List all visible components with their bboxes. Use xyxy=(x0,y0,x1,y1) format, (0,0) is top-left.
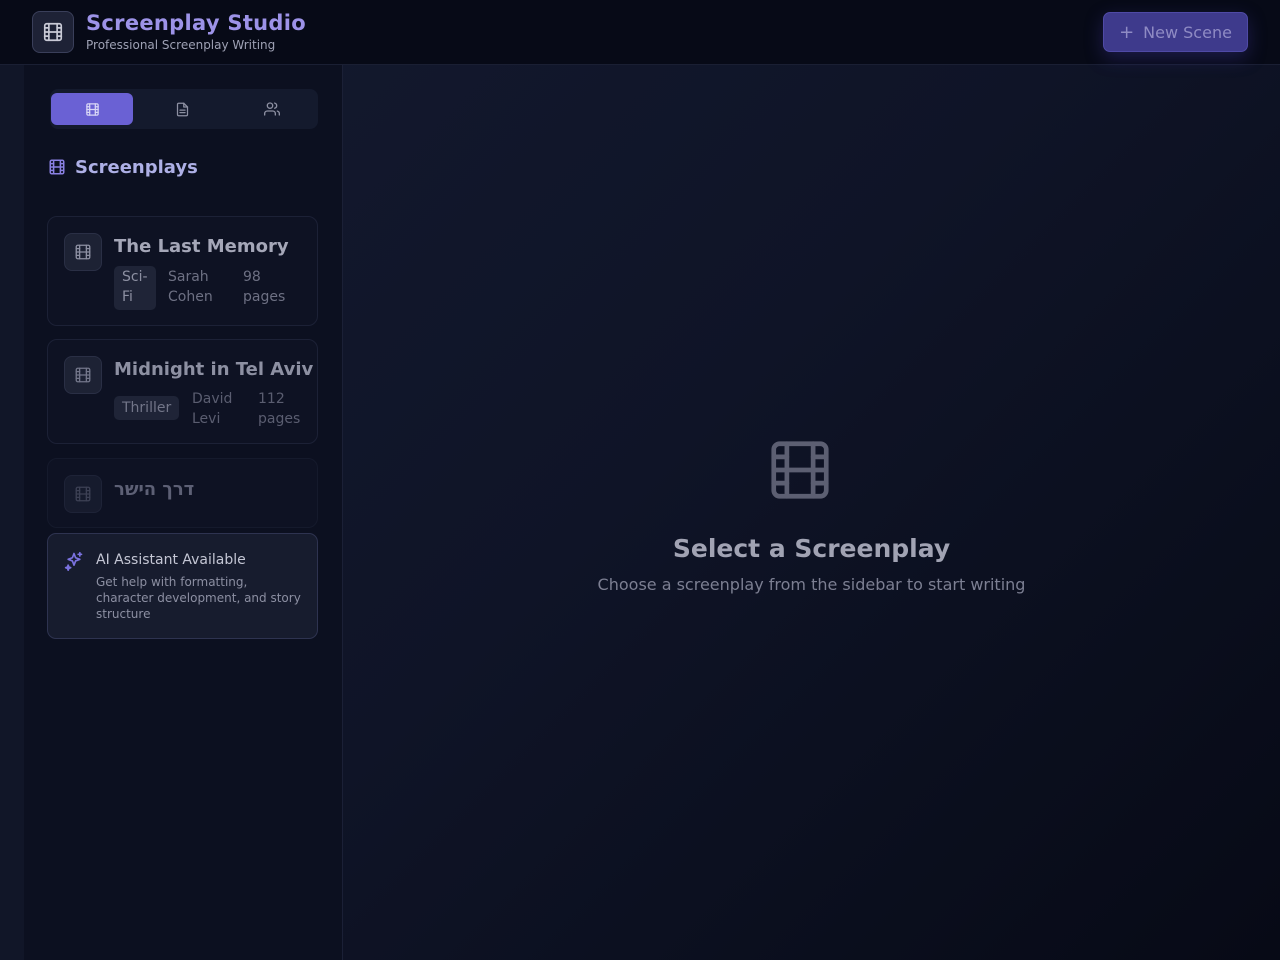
app-title: Screenplay Studio xyxy=(86,11,306,35)
screenplay-icon xyxy=(64,356,102,394)
screenplay-title: The Last Memory xyxy=(114,236,289,257)
screenplay-icon xyxy=(64,475,102,513)
sparkles-icon xyxy=(64,551,83,571)
page-count: 112 pages xyxy=(258,389,300,429)
genre-line: Fi xyxy=(122,289,133,305)
tab-documents[interactable] xyxy=(141,93,223,125)
film-icon xyxy=(43,22,63,42)
app-subtitle: Professional Screenplay Writing xyxy=(86,38,276,52)
author-line: David xyxy=(192,391,233,407)
users-icon xyxy=(264,102,280,116)
genre-badge: Thriller xyxy=(114,396,180,420)
page-count-line: pages xyxy=(258,411,301,427)
document-icon xyxy=(176,102,188,116)
screenplay-card[interactable]: The Last Memory Sci- Fi Sarah Cohen 98 p… xyxy=(47,216,318,326)
ai-assistant-panel: AI Assistant Available Get help with for… xyxy=(47,533,318,639)
plus-icon: + xyxy=(1119,21,1135,43)
film-icon xyxy=(85,102,99,116)
film-icon xyxy=(75,367,91,383)
section-title-label: Screenplays xyxy=(75,156,198,178)
author-line: Levi xyxy=(192,411,221,427)
film-icon xyxy=(49,159,65,175)
screenplay-card[interactable]: דרך הישר xyxy=(47,458,318,528)
film-icon xyxy=(75,486,91,502)
page-count-line: 98 xyxy=(243,269,261,285)
page-count-line: 112 xyxy=(258,391,285,407)
new-scene-button[interactable]: + New Scene xyxy=(1103,12,1248,52)
author-line: Cohen xyxy=(168,289,213,305)
tab-characters[interactable] xyxy=(231,93,313,125)
empty-state-title: Select a Screenplay xyxy=(672,534,951,563)
author-line: Sarah xyxy=(168,269,209,285)
screenplay-card[interactable]: Midnight in Tel Aviv Thriller David Levi… xyxy=(47,339,318,444)
author: Sarah Cohen xyxy=(168,267,213,307)
ai-description: Get help with formatting, character deve… xyxy=(96,575,301,621)
left-strip xyxy=(0,65,24,960)
page-count: 98 pages xyxy=(243,267,285,307)
tab-screenplays[interactable] xyxy=(51,93,133,125)
empty-state-subtitle: Choose a screenplay from the sidebar to … xyxy=(597,575,1026,594)
sidebar: Screenplays The Last Memory Sci- Fi Sara… xyxy=(24,65,343,960)
genre-badge: Sci- Fi xyxy=(114,266,156,310)
app-header: Screenplay Studio Professional Screenpla… xyxy=(0,0,1280,65)
page-count-line: pages xyxy=(243,289,286,305)
film-icon xyxy=(771,441,829,499)
screenplay-title: דרך הישר xyxy=(114,479,195,500)
ai-title: AI Assistant Available xyxy=(96,552,246,568)
film-icon xyxy=(75,244,91,260)
genre-line: Sci- xyxy=(122,269,148,285)
screenplay-title: Midnight in Tel Aviv xyxy=(114,359,314,380)
sidebar-tab-bar xyxy=(50,89,318,129)
screenplay-icon xyxy=(64,233,102,271)
app-logo xyxy=(32,11,74,53)
section-title: Screenplays xyxy=(48,155,198,179)
author: David Levi xyxy=(192,389,232,429)
new-scene-label: New Scene xyxy=(1143,22,1232,42)
